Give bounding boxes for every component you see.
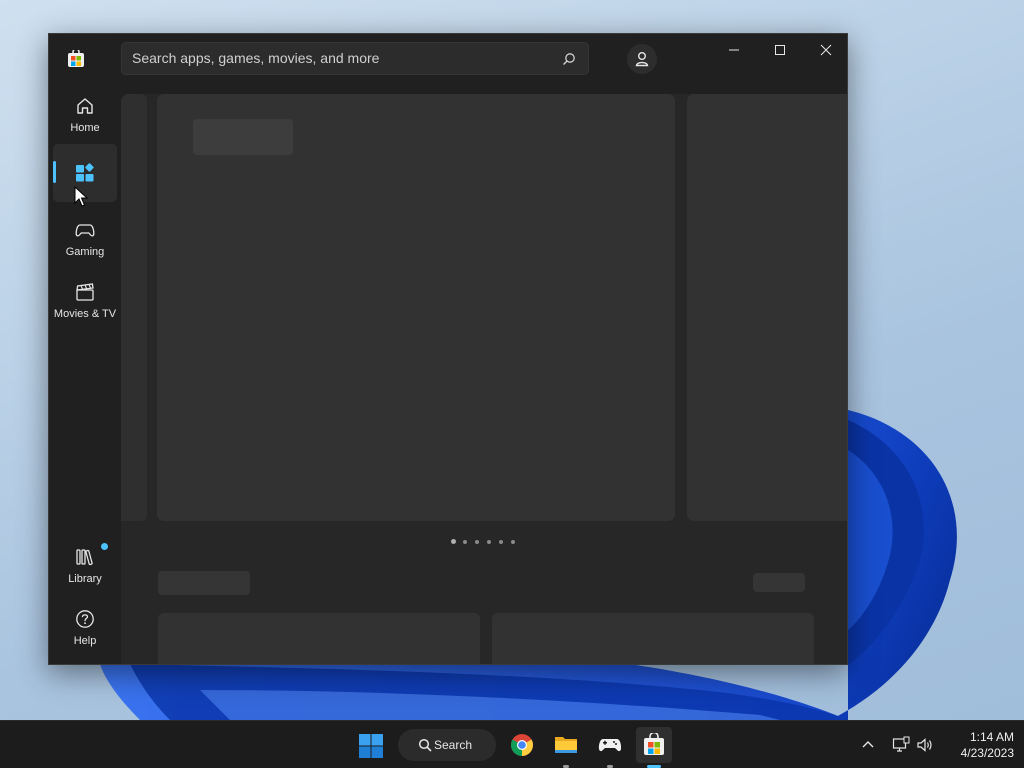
taskbar-file-explorer[interactable] (548, 727, 584, 768)
update-badge (101, 543, 108, 550)
search-placeholder: Search apps, games, movies, and more (132, 50, 380, 66)
carousel-dot[interactable] (511, 540, 515, 544)
hero-title-placeholder (193, 119, 293, 155)
sidebar-item-help[interactable]: Help (53, 601, 117, 659)
maximize-icon (775, 45, 785, 55)
clock-date: 4/23/2023 (960, 746, 1014, 760)
taskbar-microsoft-store[interactable] (636, 727, 672, 768)
hero-card-previous[interactable] (121, 94, 147, 521)
taskbar-search-label: Search (434, 738, 473, 752)
taskbar-game[interactable] (592, 727, 628, 768)
chevron-up-icon[interactable] (860, 737, 876, 753)
apps-icon (76, 163, 94, 182)
system-clock[interactable]: 1:14 AM 4/23/2023 (944, 729, 1014, 761)
account-button[interactable] (627, 44, 657, 74)
sidebar-item-home[interactable]: Home (53, 88, 117, 146)
store-icon (644, 733, 664, 755)
section-title-placeholder (158, 571, 250, 595)
home-icon (77, 98, 93, 114)
search-icon[interactable] (562, 52, 576, 66)
carousel-dot[interactable] (451, 539, 456, 544)
maximize-button[interactable] (757, 34, 803, 66)
library-icon (76, 549, 93, 566)
sidebar-item-label: Library (68, 573, 102, 585)
hero-card-next[interactable] (687, 94, 847, 521)
network-icon[interactable] (892, 736, 910, 754)
carousel-dot[interactable] (475, 540, 479, 544)
taskbar: Search 1:14 AM 4/23/2023 (0, 720, 1024, 768)
carousel-dot[interactable] (487, 540, 491, 544)
gamepad-icon (598, 739, 622, 752)
close-icon (820, 44, 832, 56)
selected-indicator (53, 161, 56, 183)
account-icon (635, 52, 649, 67)
store-logo-icon (68, 50, 84, 67)
volume-icon[interactable] (916, 736, 934, 754)
folder-icon (555, 737, 577, 753)
sidebar-item-library[interactable]: Library (53, 539, 117, 597)
title-bar: Search apps, games, movies, and more (49, 34, 847, 84)
mouse-cursor-icon (74, 186, 88, 207)
sidebar-item-label: Help (73, 635, 97, 647)
carousel-pagination (451, 539, 521, 545)
minimize-button[interactable] (711, 34, 757, 66)
content-card-placeholder[interactable] (492, 613, 814, 664)
sidebar-item-label: Movies & TV (53, 308, 117, 320)
see-all-placeholder (753, 573, 805, 592)
hero-card-loading[interactable] (157, 94, 675, 521)
carousel-dot[interactable] (463, 540, 467, 544)
sidebar-item-label: Home (70, 122, 100, 134)
taskbar-search-button[interactable]: Search (398, 729, 496, 761)
windows-start-icon[interactable] (358, 733, 384, 759)
taskbar-chrome[interactable] (504, 727, 540, 763)
minimize-icon (729, 49, 739, 51)
main-content (121, 94, 847, 664)
close-button[interactable] (803, 34, 847, 66)
clock-time: 1:14 AM (969, 730, 1014, 744)
carousel-dot[interactable] (499, 540, 503, 544)
sidebar-item-movies-tv[interactable]: Movies & TV (53, 274, 117, 332)
search-input[interactable]: Search apps, games, movies, and more (121, 42, 589, 75)
search-icon (418, 738, 432, 752)
content-card-placeholder[interactable] (158, 613, 480, 664)
help-icon (76, 610, 94, 628)
sidebar-item-label: Gaming (65, 246, 105, 258)
sidebar-item-gaming[interactable]: Gaming (53, 212, 117, 270)
chrome-icon (511, 734, 533, 756)
gamepad-icon (75, 224, 95, 237)
clapperboard-icon (76, 283, 94, 301)
microsoft-store-window: Search apps, games, movies, and more Hom… (48, 33, 848, 665)
sidebar-nav: Home Gaming Movies & TV Library Help (49, 84, 121, 664)
